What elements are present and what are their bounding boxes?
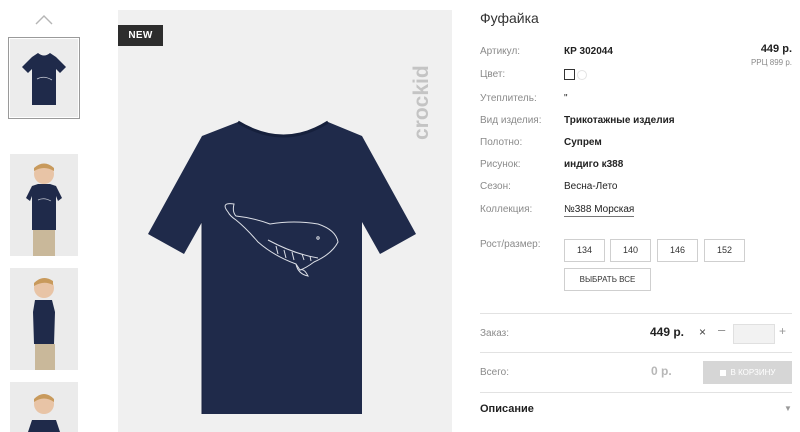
add-to-cart-button[interactable]: В КОРЗИНУ [703, 361, 792, 384]
add-to-cart-label: В КОРЗИНУ [730, 368, 776, 377]
attr-season-value: Весна-Лето [564, 181, 618, 192]
attr-product-type-value: Трикотажные изделия [564, 115, 675, 126]
divider [480, 313, 792, 314]
attr-collection-value[interactable]: №388 Морская [564, 204, 635, 217]
product-price: 449 р. [760, 43, 792, 55]
thumbnail-4[interactable] [10, 382, 78, 432]
total-label: Всего: [480, 367, 509, 378]
boy-back-image [10, 382, 78, 432]
thumbnail-3[interactable] [10, 268, 78, 370]
thumbnail-1[interactable] [8, 37, 80, 119]
color-swatch-secondary[interactable] [577, 70, 587, 80]
size-label: Рост/размер: [480, 239, 541, 250]
quantity-input[interactable] [733, 324, 775, 344]
times-icon: × [699, 325, 707, 339]
size-button-134[interactable]: 134 [564, 239, 605, 262]
gallery-up-arrow-icon[interactable] [33, 12, 55, 26]
size-button-146[interactable]: 146 [657, 239, 698, 262]
attr-insulation-label: Утеплитель: [480, 93, 537, 104]
attr-color-label: Цвет: [480, 69, 506, 80]
order-price: 449 р. [650, 325, 685, 339]
description-toggle[interactable]: Описание [480, 403, 534, 415]
recommended-retail-price: РРЦ 899 р. [750, 58, 792, 67]
collection-link[interactable]: №388 Морская [564, 204, 635, 217]
attr-product-type-label: Вид изделия: [480, 115, 542, 126]
tshirt-thumbnail-image [22, 53, 66, 105]
chevron-down-icon[interactable]: ▼ [784, 404, 792, 413]
size-button-152[interactable]: 152 [704, 239, 745, 262]
attr-insulation-value: " [564, 93, 568, 104]
boy-side-image [10, 268, 78, 370]
cart-icon [719, 369, 726, 376]
quantity-decrease-button[interactable]: – [718, 322, 725, 337]
attr-collection-label: Коллекция: [480, 204, 533, 215]
divider [480, 352, 792, 353]
quantity-increase-button[interactable]: + [779, 324, 786, 338]
thumbnail-2[interactable] [10, 154, 78, 256]
attr-fabric-value: Супрем [564, 137, 602, 148]
size-button-140[interactable]: 140 [610, 239, 651, 262]
color-swatch[interactable] [564, 69, 575, 80]
divider [480, 392, 792, 393]
boy-front-image [10, 154, 78, 256]
attr-season-label: Сезон: [480, 181, 511, 192]
select-all-sizes-button[interactable]: ВЫБРАТЬ ВСЕ [564, 268, 651, 291]
order-label: Заказ: [480, 328, 510, 339]
tshirt-image [148, 120, 416, 414]
main-product-image[interactable]: NEW crockid [118, 10, 452, 432]
attr-fabric-label: Полотно: [480, 137, 523, 148]
attr-print-label: Рисунок: [480, 159, 521, 170]
attr-print-value: индиго к388 [564, 159, 624, 170]
attr-article-label: Артикул: [480, 46, 521, 57]
attr-article-value: КР 302044 [564, 46, 613, 57]
total-value: 0 р. [651, 364, 672, 378]
product-title: Фуфайка [480, 10, 539, 26]
